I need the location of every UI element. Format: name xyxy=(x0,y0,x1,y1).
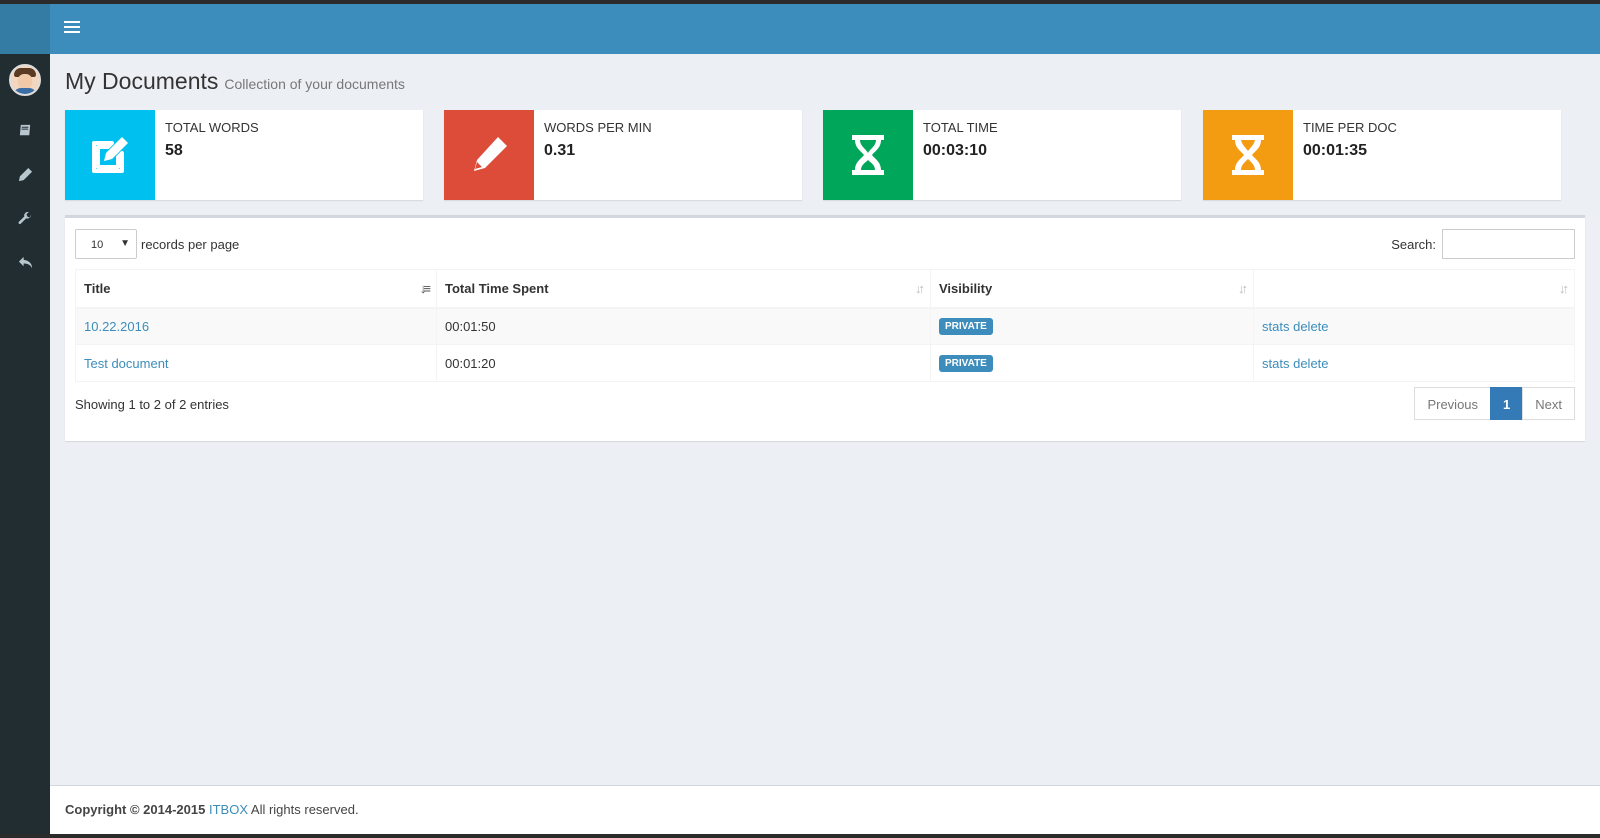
stat-icon-bg xyxy=(1203,110,1293,200)
stat-icon-bg xyxy=(823,110,913,200)
stat-label: TIME PER DOC xyxy=(1303,120,1397,135)
pagination: Previous 1 Next xyxy=(1414,387,1575,420)
delete-link[interactable]: delete xyxy=(1293,356,1328,371)
sidebar-item-documents[interactable] xyxy=(0,108,50,152)
time-spent-cell: 00:01:20 xyxy=(436,344,931,382)
page-title: My Documents Collection of your documents xyxy=(65,68,405,94)
next-page-button[interactable]: Next xyxy=(1522,387,1575,420)
page-1-button[interactable]: 1 xyxy=(1490,387,1524,420)
stat-value: 58 xyxy=(165,142,183,159)
table-search: Search: xyxy=(1391,229,1575,259)
records-per-page-label: records per page xyxy=(141,236,240,252)
sidebar-item-settings[interactable] xyxy=(0,196,50,240)
pencil-icon xyxy=(474,137,507,171)
stat-icon-bg xyxy=(65,110,155,200)
page-subtitle: Collection of your documents xyxy=(224,76,405,92)
window-bottom-border xyxy=(0,834,1600,838)
hourglass-icon xyxy=(1232,135,1264,175)
wrench-icon xyxy=(18,211,31,224)
avatar[interactable] xyxy=(9,64,41,96)
records-per-page-control: 10 ▼ records per page xyxy=(75,229,239,259)
time-spent-cell: 00:01:50 xyxy=(436,307,931,345)
footer-rights: All rights reserved. xyxy=(250,802,359,817)
sidebar-logo-area xyxy=(0,4,50,54)
edit-icon xyxy=(92,137,128,173)
search-label: Search: xyxy=(1391,236,1436,252)
bars-icon[interactable] xyxy=(64,21,80,35)
sort-icon: ↓↑ xyxy=(1238,281,1248,296)
column-header-visibility[interactable]: Visibility ↓↑ xyxy=(930,269,1254,309)
previous-page-button[interactable]: Previous xyxy=(1414,387,1492,420)
stat-label: TOTAL TIME xyxy=(923,120,998,135)
stat-value: 0.31 xyxy=(544,142,576,159)
stat-box-words-per-min: WORDS PER MIN 0.31 xyxy=(444,110,802,200)
sort-asc-icon: ↓≡ xyxy=(419,281,431,296)
delete-link[interactable]: delete xyxy=(1293,319,1328,334)
caret-down-icon: ▼ xyxy=(120,238,130,249)
sort-icon: ↓↑ xyxy=(1559,281,1569,296)
search-input[interactable] xyxy=(1442,229,1575,259)
pencil-icon xyxy=(18,167,32,181)
table-row: 10.22.2016 00:01:50 PRIVATE stats delete xyxy=(75,307,1575,345)
table-row: Test document 00:01:20 PRIVATE stats del… xyxy=(75,344,1575,382)
records-per-page-select[interactable]: 10 ▼ xyxy=(75,229,137,259)
visibility-badge: PRIVATE xyxy=(939,355,993,372)
top-navbar xyxy=(50,4,1600,54)
stat-label: WORDS PER MIN xyxy=(544,120,652,135)
visibility-badge: PRIVATE xyxy=(939,318,993,336)
stat-box-total-time: TOTAL TIME 00:03:10 xyxy=(823,110,1181,200)
stat-box-total-words: TOTAL WORDS 58 xyxy=(65,110,423,200)
stat-value: 00:01:35 xyxy=(1303,142,1368,159)
column-header-time[interactable]: Total Time Spent ↓↑ xyxy=(436,269,931,309)
book-icon xyxy=(19,124,30,135)
stats-link[interactable]: stats xyxy=(1262,356,1289,371)
stat-icon-bg xyxy=(444,110,534,200)
sidebar-item-logout[interactable] xyxy=(0,240,50,284)
document-title-link[interactable]: 10.22.2016 xyxy=(84,319,149,334)
document-title-link[interactable]: Test document xyxy=(84,356,169,371)
column-header-actions[interactable]: ↓↑ xyxy=(1253,269,1575,309)
sidebar xyxy=(0,4,50,834)
sort-icon: ↓↑ xyxy=(915,281,925,296)
documents-table: Title ↓≡ Total Time Spent ↓↑ Visibility … xyxy=(75,269,1575,382)
reply-icon xyxy=(18,256,32,268)
table-info: Showing 1 to 2 of 2 entries xyxy=(75,397,229,412)
hourglass-icon xyxy=(852,135,884,175)
documents-table-box: 10 ▼ records per page Search: Title ↓≡ T… xyxy=(65,215,1585,441)
stat-value: 00:03:10 xyxy=(923,142,988,159)
footer-brand-link[interactable]: ITBOX xyxy=(209,802,248,817)
column-header-title[interactable]: Title ↓≡ xyxy=(75,269,437,309)
stat-label: TOTAL WORDS xyxy=(165,120,259,135)
stats-link[interactable]: stats xyxy=(1262,319,1289,334)
main-content: My Documents Collection of your documents… xyxy=(50,54,1600,785)
footer: Copyright © 2014-2015 ITBOX All rights r… xyxy=(50,785,1600,834)
sidebar-item-write[interactable] xyxy=(0,152,50,196)
footer-copyright: Copyright © 2014-2015 xyxy=(65,802,206,817)
stat-box-time-per-doc: TIME PER DOC 00:01:35 xyxy=(1203,110,1561,200)
